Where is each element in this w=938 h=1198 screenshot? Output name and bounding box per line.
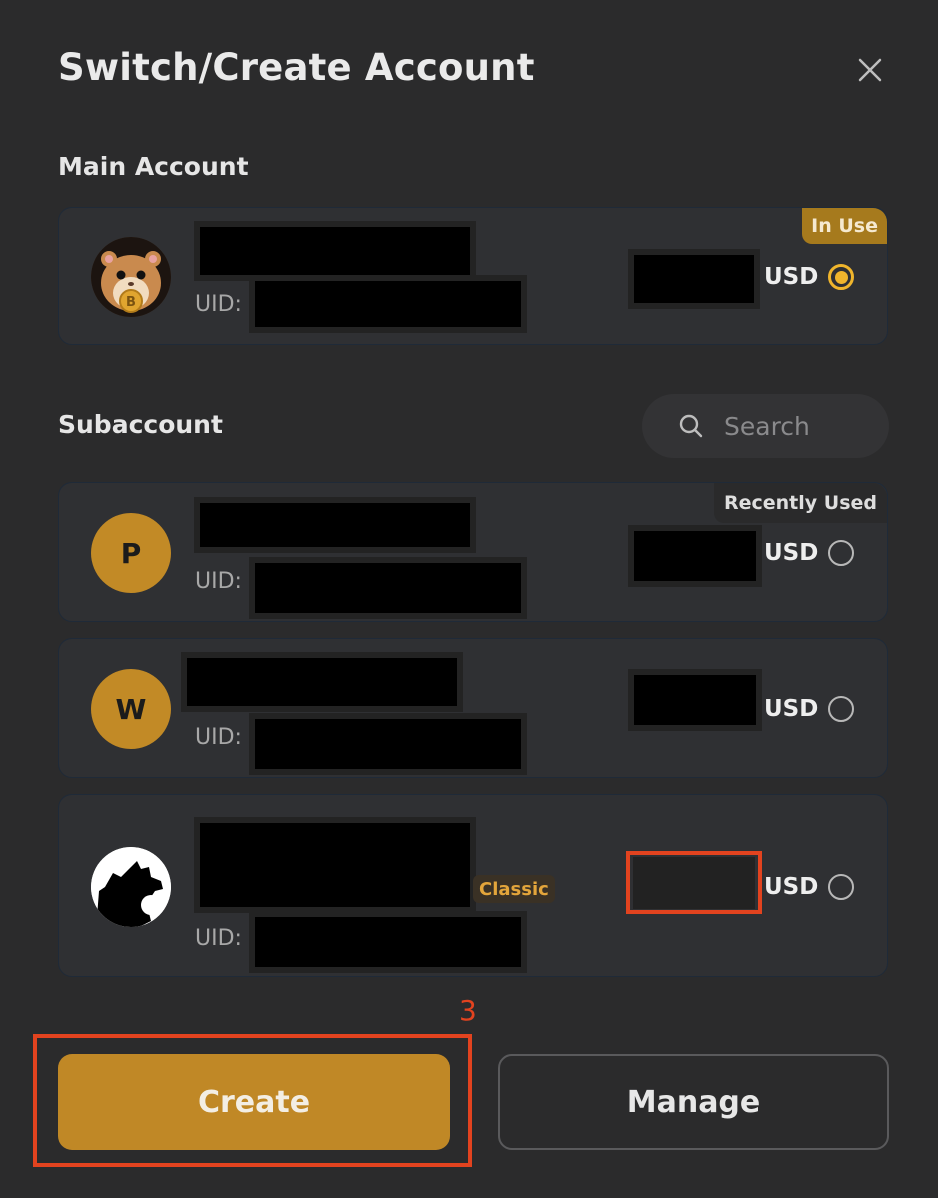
account-name-redacted <box>194 221 476 281</box>
account-name-redacted <box>194 497 476 553</box>
main-account-card[interactable]: B UID: USD In Use <box>58 207 888 345</box>
uid-label: UID: <box>195 569 242 594</box>
uid-label: UID: <box>195 926 242 951</box>
hamster-avatar: B <box>91 237 171 317</box>
svg-text:B: B <box>126 295 136 310</box>
balance-redacted <box>628 249 760 309</box>
uid-label: UID: <box>195 292 242 317</box>
balance-redacted <box>628 525 762 587</box>
manage-button[interactable]: Manage <box>498 1054 889 1150</box>
subaccount-card[interactable]: Classic UID: USD <box>58 794 888 977</box>
balance-redacted <box>628 669 762 731</box>
uid-value-redacted <box>249 911 527 973</box>
avatar-initial: P <box>91 513 171 593</box>
uid-label: UID: <box>195 725 242 750</box>
uid-value-redacted <box>249 713 527 775</box>
main-account-heading: Main Account <box>58 152 249 181</box>
currency-label: USD <box>764 874 819 900</box>
subaccount-heading: Subaccount <box>58 410 223 439</box>
dialog-title: Switch/Create Account <box>58 46 535 89</box>
uid-value-redacted <box>249 275 527 333</box>
search-placeholder: Search <box>724 411 810 441</box>
subaccount-radio[interactable] <box>828 540 854 566</box>
currency-label: USD <box>764 540 819 566</box>
uid-value-redacted <box>249 557 527 619</box>
account-name-redacted <box>181 652 463 712</box>
search-icon <box>679 414 703 438</box>
close-icon[interactable] <box>856 56 884 84</box>
in-use-badge: In Use <box>802 208 887 244</box>
subaccount-card[interactable]: W UID: USD <box>58 638 888 778</box>
currency-label: USD <box>764 264 819 290</box>
subaccount-card[interactable]: P UID: USD Recently Used <box>58 482 888 622</box>
subaccount-radio[interactable] <box>828 874 854 900</box>
avatar-initial: W <box>91 669 171 749</box>
main-account-radio[interactable] <box>828 264 854 290</box>
highlight-box-balance <box>626 851 762 914</box>
search-input[interactable]: Search <box>642 394 889 458</box>
classic-badge: Classic <box>473 875 555 903</box>
step-number: 3 <box>459 994 477 1027</box>
terrier-avatar <box>91 847 171 927</box>
account-name-redacted <box>194 817 476 913</box>
highlight-box-create <box>33 1034 472 1167</box>
currency-label: USD <box>764 696 819 722</box>
subaccount-radio[interactable] <box>828 696 854 722</box>
recently-used-badge: Recently Used <box>713 483 887 523</box>
